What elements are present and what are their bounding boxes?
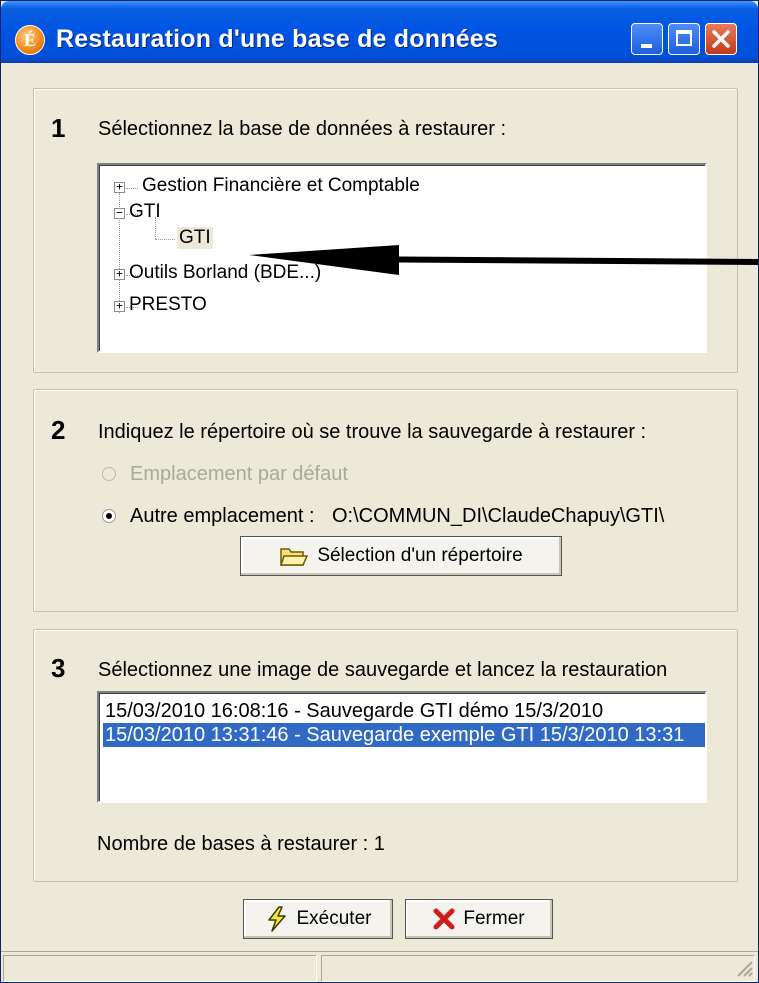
default-location-radio[interactable] (102, 467, 116, 481)
default-location-label: Emplacement par défaut (130, 463, 348, 485)
expand-icon[interactable]: + (114, 268, 125, 280)
other-location-label: Autre emplacement : (130, 505, 315, 527)
backup-list[interactable]: 15/03/2010 16:08:16 - Sauvegarde GTI dém… (97, 691, 707, 803)
collapse-icon[interactable]: − (114, 207, 125, 219)
status-pane-right (321, 955, 755, 982)
tree-node-label: PRESTO (129, 294, 207, 315)
expand-icon[interactable]: + (114, 300, 125, 312)
execute-label: Exécuter (296, 908, 372, 929)
minimize-icon (641, 44, 652, 48)
tree-branch (155, 239, 175, 240)
select-directory-label: Sélection d'un répertoire (317, 545, 523, 566)
close-label: Fermer (463, 908, 525, 929)
status-pane-left (3, 955, 317, 982)
step-number-2: 2 (51, 415, 66, 445)
select-directory-button[interactable]: Sélection d'un répertoire (240, 536, 562, 576)
window-title: Restauration d'une base de données (56, 25, 499, 53)
app-logo-icon: É (15, 25, 45, 55)
tree-node-label: GTI (129, 201, 161, 222)
maximize-button[interactable] (668, 23, 700, 55)
close-button[interactable]: Fermer (405, 899, 553, 939)
close-window-button[interactable] (705, 23, 737, 55)
folder-open-icon (280, 548, 309, 566)
step2-label: Indiquez le répertoire où se trouve la s… (98, 421, 647, 443)
step3-label: Sélectionnez une image de sauvegarde et … (98, 659, 668, 681)
pointer-arrow-icon (249, 245, 758, 275)
backup-list-item-selected[interactable]: 15/03/2010 13:31:46 - Sauvegarde exemple… (103, 723, 705, 747)
minimize-button[interactable] (631, 23, 663, 55)
maximize-icon (676, 30, 692, 46)
tree-node-label: Gestion Financière et Comptable (142, 175, 420, 196)
status-bar (1, 951, 758, 982)
step-number-1: 1 (51, 113, 66, 143)
resize-grip-icon[interactable] (734, 958, 754, 978)
red-x-icon (433, 908, 455, 930)
restore-database-dialog: É Restauration d'une base de données 1 S… (0, 0, 759, 983)
tree-node-label-selected: GTI (177, 227, 213, 249)
close-icon (712, 30, 730, 48)
restore-count-label: Nombre de bases à restaurer : 1 (97, 833, 385, 855)
execute-button[interactable]: Exécuter (243, 899, 393, 939)
tree-branch (126, 188, 138, 189)
lightning-icon (267, 906, 286, 932)
step-number-3: 3 (51, 653, 66, 683)
backup-path: O:\COMMUN_DI\ClaudeChapuy\GTI\ (332, 505, 665, 527)
expand-icon[interactable]: + (114, 181, 125, 193)
step1-label: Sélectionnez la base de données à restau… (98, 118, 507, 140)
title-bar[interactable]: É Restauration d'une base de données (1, 1, 758, 63)
backup-list-item[interactable]: 15/03/2010 16:08:16 - Sauvegarde GTI dém… (103, 699, 705, 723)
other-location-radio[interactable] (102, 509, 116, 523)
